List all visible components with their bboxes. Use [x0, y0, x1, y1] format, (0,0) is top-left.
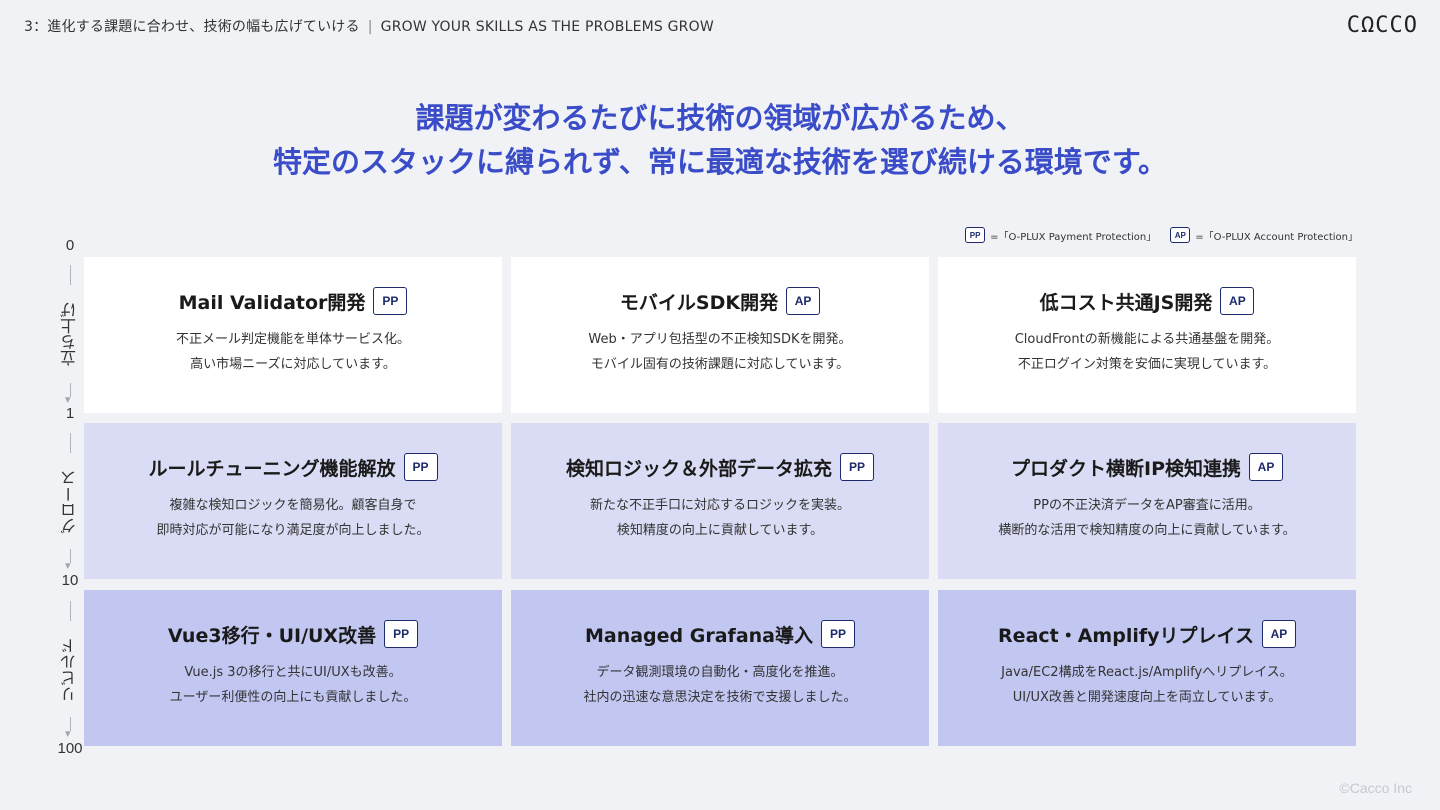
product-badge: AP [1261, 620, 1296, 648]
headline-line-2: 特定のスタックに縛られず、常に最適な技術を選び続ける環境です。 [272, 145, 1168, 179]
project-card: Mail Validator開発 PP 不正メール判定機能を単体サービス化。 高い市… [84, 257, 502, 413]
card-title: 検知ロジック＆外部データ拡充 [565, 457, 832, 480]
product-badge: AP [786, 287, 821, 315]
arrow-down-icon: ▾ [65, 393, 71, 406]
card-desc-line: 社内の迅速な意思決定を技術で支援しました。 [583, 690, 857, 705]
card-title: プロダクト横断IP検知連携 [1011, 457, 1241, 480]
card-desc-line: CloudFrontの新機能による共通基盤を開発。 [1014, 332, 1280, 347]
axis-line [69, 601, 71, 621]
phase-label-launch: 立ち上げ [60, 302, 79, 366]
card-title: モバイルSDK開発 [619, 291, 779, 314]
card-desc-line: 検知精度の向上に貢献しています。 [616, 523, 824, 538]
card-desc-line: ユーザー利便性の向上にも貢献しました。 [169, 690, 417, 705]
axis-line [69, 265, 71, 285]
card-desc-line: モバイル固有の技術課題に対応しています。 [590, 357, 850, 372]
section-title-en: GROW YOUR SKILLS AS THE PROBLEMS GROW [380, 19, 714, 35]
ap-badge: AP [1170, 227, 1191, 243]
legend-item-pp: PP =「O-PLUX Payment Protection」 [965, 227, 1156, 243]
product-badge: PP [384, 620, 419, 648]
card-desc-line: 新たな不正手口に対応するロジックを実装。 [589, 498, 850, 513]
headline: 課題が変わるたびに技術の領域が広がるため、 特定のスタックに縛られず、常に最適な… [0, 96, 1440, 184]
section-title: 3：進化する課題に合わせ、技術の幅も広げていける [24, 19, 360, 35]
project-card: 検知ロジック＆外部データ拡充 PP 新たな不正手口に対応するロジックを実装。 検知精… [511, 423, 929, 579]
project-card: 低コスト共通JS開発 AP CloudFrontの新機能による共通基盤を開発。 不正… [938, 257, 1356, 413]
card-title: Managed Grafana導入 [584, 624, 813, 647]
project-card: Managed Grafana導入 PP データ観測環境の自動化・高度化を推進。社… [511, 590, 929, 746]
card-desc-line: データ観測環境の自動化・高度化を推進。 [596, 665, 844, 680]
project-card: React・Amplifyリプレイス AP Java/EC2構成をReact.js… [938, 590, 1356, 746]
card-title: Vue3移行・UI/UX改善 [167, 624, 377, 647]
card-desc-line: UI/UX改善と開発速度向上を両立しています。 [1012, 690, 1282, 705]
card-title: React・Amplifyリプレイス [998, 624, 1254, 647]
card-desc-line: 高い市場ニーズに対応しています。 [190, 357, 396, 372]
product-badge: AP [1249, 453, 1283, 481]
section-header: 3：進化する課題に合わせ、技術の幅も広げていける | GROW YOUR SKILL… [24, 16, 714, 36]
axis-tick: 0 [65, 237, 75, 254]
project-card: プロダクト横断IP検知連携 AP PPの不正決済データをAP審査に活用。横断的な活… [938, 423, 1356, 579]
divider: | [367, 19, 373, 35]
card-desc-line: PPの不正決済データをAP審査に活用。 [1033, 498, 1261, 513]
company-logo: CΩCCO [1346, 13, 1418, 38]
card-desc-line: 不正ログイン対策を安価に実現しています。 [1017, 357, 1277, 372]
arrow-down-icon: ▾ [65, 727, 71, 740]
legend-item-ap: AP =「O-PLUX Account Protection」 [1170, 227, 1358, 243]
card-title: 低コスト共通JS開発 [1039, 291, 1213, 314]
card-desc-line: Java/EC2構成をReact.js/Amplifyへリプレイス。 [1001, 665, 1293, 680]
product-badge: PP [840, 453, 874, 481]
project-card: ルールチューニング機能解放 PP 複雑な検知ロジックを簡易化。顧客自身で 即時対応が… [84, 423, 502, 579]
product-badge: PP [403, 453, 438, 481]
card-desc-line: Vue.js 3の移行と共にUI/UXも改善。 [184, 665, 402, 680]
product-badge: PP [373, 287, 408, 315]
legend: PP =「O-PLUX Payment Protection」 AP =「O-P… [965, 227, 1358, 243]
card-desc-line: 不正メール判定機能を単体サービス化。 [175, 332, 410, 347]
card-desc-line: 横断的な活用で検知精度の向上に貢献しています。 [998, 523, 1296, 538]
product-badge: AP [1220, 287, 1255, 315]
phase-label-rebuild: リビルド [60, 638, 79, 702]
arrow-down-icon: ▾ [65, 559, 71, 572]
project-card: Vue3移行・UI/UX改善 PP Vue.js 3の移行と共にUI/UXも改善。… [84, 590, 502, 746]
card-title: Mail Validator開発 [178, 291, 366, 314]
card-desc-line: Web・アプリ包括型の不正検知SDKを開発。 [588, 332, 852, 347]
legend-text: =「O-PLUX Account Protection」 [1195, 231, 1358, 243]
card-desc-line: 即時対応が可能になり満足度が向上しました。 [156, 523, 430, 538]
card-desc-line: 複雑な検知ロジックを簡易化。顧客自身で [169, 498, 417, 513]
card-title: ルールチューニング機能解放 [148, 457, 396, 480]
axis-line [69, 433, 71, 453]
project-card: モバイルSDK開発 AP Web・アプリ包括型の不正検知SDKを開発。 モバイル固有… [511, 257, 929, 413]
pp-badge: PP [965, 227, 986, 243]
copyright: ©Cacco Inc [1339, 780, 1412, 796]
headline-line-1: 課題が変わるたびに技術の領域が広がるため、 [415, 101, 1025, 135]
product-badge: PP [821, 620, 855, 648]
legend-text: =「O-PLUX Payment Protection」 [990, 231, 1157, 243]
phase-label-growth: グロース [60, 470, 79, 534]
